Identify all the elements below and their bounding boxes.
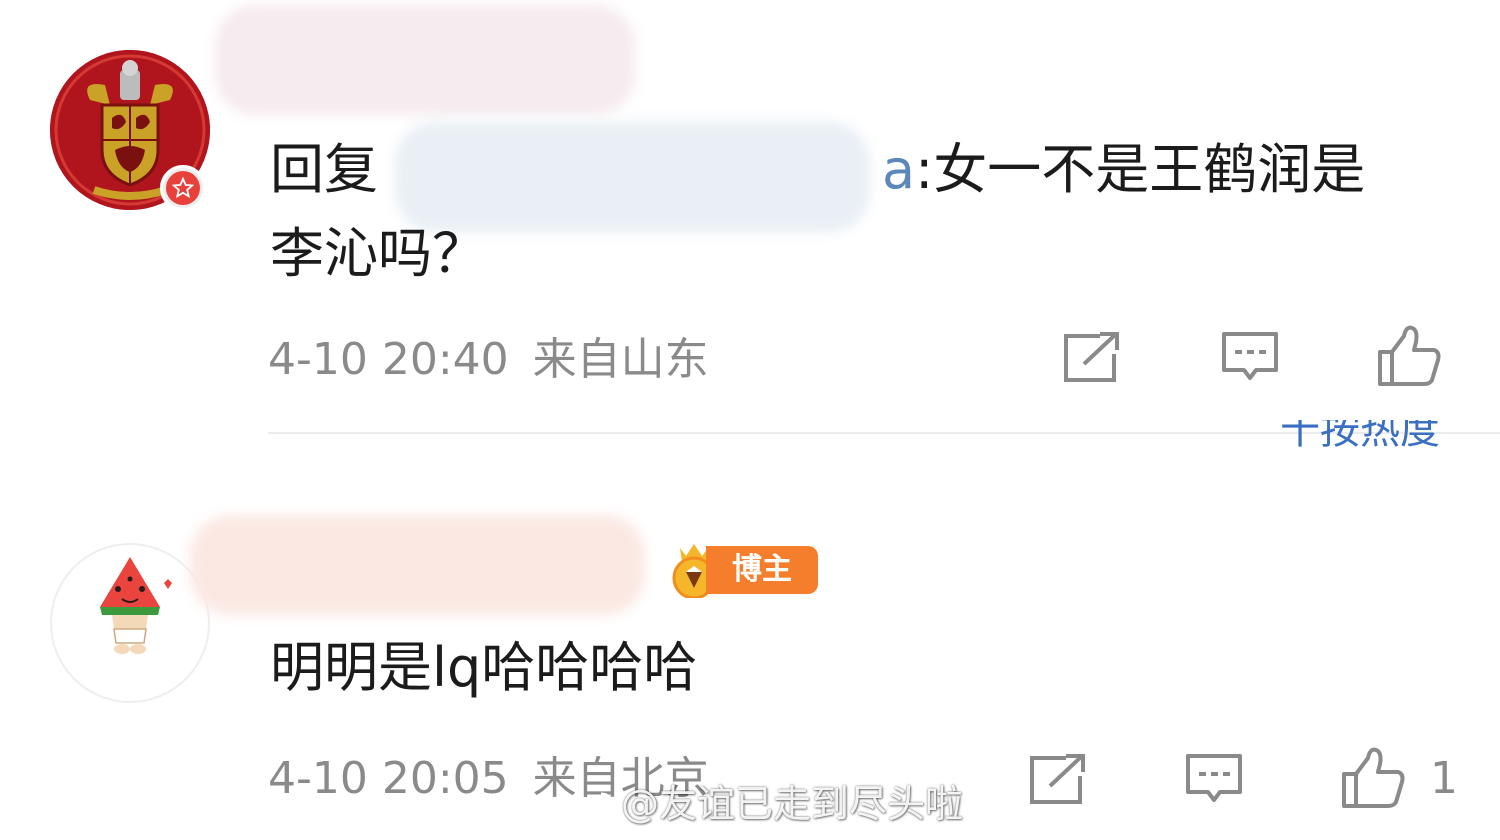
user-avatar-watermelon[interactable] — [50, 543, 210, 703]
reply-prefix: 回复 — [270, 138, 378, 201]
share-icon[interactable] — [1060, 330, 1122, 386]
like-icon[interactable] — [1340, 744, 1406, 810]
comment-icon[interactable] — [1220, 330, 1280, 386]
comment-time: 4-10 20:05 — [268, 753, 509, 804]
comment-time: 4-10 20:40 — [268, 334, 509, 385]
comment-thread: 回复 a:女一不是王鹤润是 李沁吗？ 4-10 20:40 来自山东 十按热度 — [0, 0, 1500, 840]
vip-badge — [160, 165, 206, 211]
reply-text-line1: :女一不是王鹤润是 — [915, 138, 1366, 201]
reply-target-redacted[interactable] — [395, 122, 870, 232]
share-icon[interactable] — [1026, 752, 1088, 808]
comment-text: 明明是lq哈哈哈哈 — [270, 636, 698, 699]
watermark-text: @友谊已走到尽头啦 — [621, 782, 964, 826]
reply-target-tail[interactable]: a — [882, 138, 915, 201]
comment-location: 来自山东 — [532, 334, 709, 385]
weibo-logo-icon — [575, 792, 613, 823]
username-redacted[interactable] — [215, 5, 635, 115]
watermelon-character-icon — [100, 557, 172, 654]
username-redacted[interactable] — [190, 515, 645, 615]
watermark: @友谊已走到尽头啦 — [575, 780, 963, 828]
star-icon — [166, 171, 200, 205]
sort-by-hot-link[interactable]: 十按热度 — [1280, 420, 1440, 452]
blogger-badge: 博主 — [666, 544, 818, 598]
reply-text: a:女一不是王鹤润是 — [882, 138, 1365, 202]
comment-meta: 4-10 20:40 来自山东 — [268, 333, 709, 387]
reply-text-line2: 李沁吗？ — [270, 222, 486, 285]
blogger-label: 博主 — [706, 546, 818, 594]
comment-icon[interactable] — [1184, 752, 1244, 808]
like-count: 1 — [1430, 753, 1458, 804]
like-icon[interactable] — [1376, 322, 1442, 388]
